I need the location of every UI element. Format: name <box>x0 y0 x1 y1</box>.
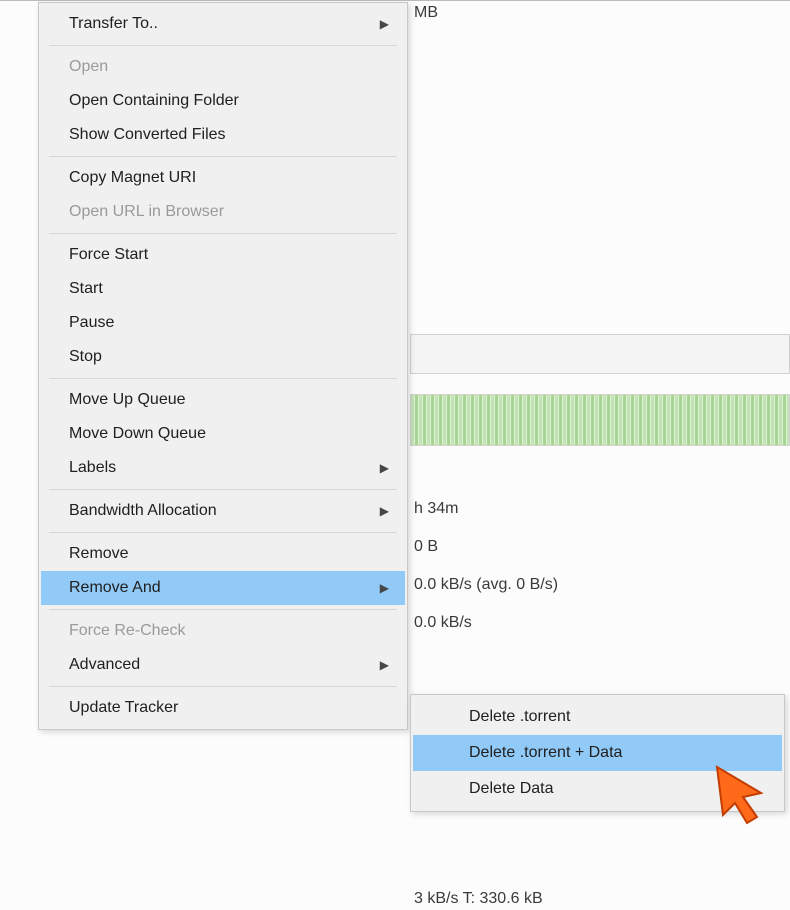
menu-move-up-queue[interactable]: Move Up Queue <box>41 383 405 417</box>
menu-label: Update Tracker <box>69 699 389 717</box>
upload-speed-value: 0.0 kB/s <box>414 614 472 632</box>
menu-pause[interactable]: Pause <box>41 306 405 340</box>
menu-transfer-to[interactable]: Transfer To.. ▶ <box>41 7 405 41</box>
menu-label: Open URL in Browser <box>69 203 389 221</box>
menu-separator <box>49 686 397 687</box>
menu-label: Open Containing Folder <box>69 92 389 110</box>
menu-bandwidth-allocation[interactable]: Bandwidth Allocation ▶ <box>41 494 405 528</box>
size-fragment: MB <box>414 4 438 22</box>
remove-and-submenu: Delete .torrent Delete .torrent + Data D… <box>410 694 785 812</box>
menu-label: Delete .torrent + Data <box>469 744 762 762</box>
piece-availability-bar <box>410 394 790 446</box>
menu-separator <box>49 156 397 157</box>
menu-label: Delete .torrent <box>469 708 762 726</box>
menu-force-start[interactable]: Force Start <box>41 238 405 272</box>
menu-label: Transfer To.. <box>69 15 372 33</box>
menu-label: Stop <box>69 348 389 366</box>
submenu-arrow-icon: ▶ <box>380 504 389 518</box>
menu-label: Remove And <box>69 579 372 597</box>
menu-label: Move Up Queue <box>69 391 389 409</box>
menu-separator <box>49 378 397 379</box>
menu-label: Move Down Queue <box>69 425 389 443</box>
menu-label: Delete Data <box>469 780 762 798</box>
menu-open-url-in-browser: Open URL in Browser <box>41 195 405 229</box>
submenu-arrow-icon: ▶ <box>380 461 389 475</box>
menu-label: Copy Magnet URI <box>69 169 389 187</box>
submenu-arrow-icon: ▶ <box>380 658 389 672</box>
download-speed-value: 0.0 kB/s (avg. 0 B/s) <box>414 576 558 594</box>
submenu-delete-torrent-data[interactable]: Delete .torrent + Data <box>413 735 782 771</box>
menu-label: Start <box>69 280 389 298</box>
submenu-arrow-icon: ▶ <box>380 17 389 31</box>
menu-labels[interactable]: Labels ▶ <box>41 451 405 485</box>
menu-separator <box>49 532 397 533</box>
menu-label: Pause <box>69 314 389 332</box>
submenu-delete-data[interactable]: Delete Data <box>413 771 782 807</box>
menu-stop[interactable]: Stop <box>41 340 405 374</box>
menu-separator <box>49 489 397 490</box>
menu-advanced[interactable]: Advanced ▶ <box>41 648 405 682</box>
menu-open: Open <box>41 50 405 84</box>
menu-label: Bandwidth Allocation <box>69 502 372 520</box>
menu-label: Force Re-Check <box>69 622 389 640</box>
menu-separator <box>49 609 397 610</box>
menu-open-containing-folder[interactable]: Open Containing Folder <box>41 84 405 118</box>
submenu-delete-torrent[interactable]: Delete .torrent <box>413 699 782 735</box>
menu-label: Labels <box>69 459 372 477</box>
transfer-stats-fragment: 3 kB/s T: 330.6 kB <box>414 890 543 908</box>
menu-move-down-queue[interactable]: Move Down Queue <box>41 417 405 451</box>
context-menu: Transfer To.. ▶ Open Open Containing Fol… <box>38 2 408 730</box>
menu-copy-magnet-uri[interactable]: Copy Magnet URI <box>41 161 405 195</box>
menu-label: Advanced <box>69 656 372 674</box>
menu-label: Open <box>69 58 389 76</box>
menu-remove[interactable]: Remove <box>41 537 405 571</box>
menu-label: Remove <box>69 545 389 563</box>
menu-label: Show Converted Files <box>69 126 389 144</box>
menu-separator <box>49 45 397 46</box>
menu-update-tracker[interactable]: Update Tracker <box>41 691 405 725</box>
submenu-arrow-icon: ▶ <box>380 581 389 595</box>
menu-separator <box>49 233 397 234</box>
progress-bar <box>410 334 790 374</box>
menu-force-recheck: Force Re-Check <box>41 614 405 648</box>
menu-show-converted-files[interactable]: Show Converted Files <box>41 118 405 152</box>
uploaded-value: 0 B <box>414 538 438 556</box>
menu-remove-and[interactable]: Remove And ▶ <box>41 571 405 605</box>
menu-start[interactable]: Start <box>41 272 405 306</box>
eta-value: h 34m <box>414 500 458 518</box>
menu-label: Force Start <box>69 246 389 264</box>
